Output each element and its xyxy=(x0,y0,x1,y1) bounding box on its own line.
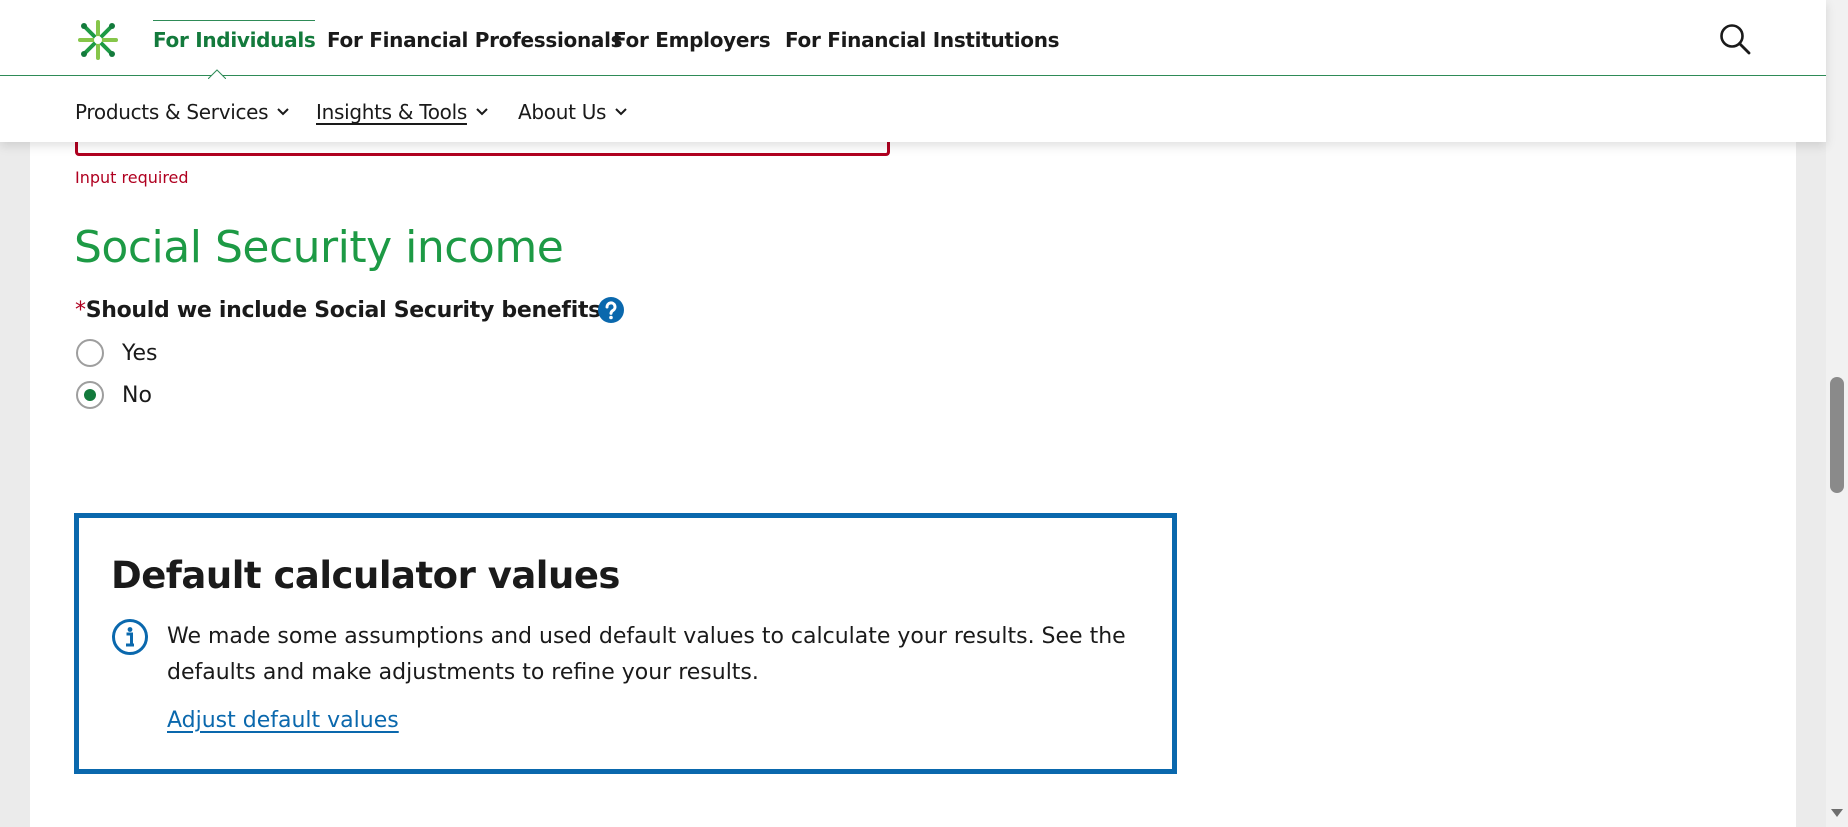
input-error-message: Input required xyxy=(75,168,189,187)
radio-option-yes[interactable]: Yes xyxy=(76,338,158,368)
tab-for-financial-professionals[interactable]: For Financial Professionals xyxy=(327,22,623,58)
radio-no[interactable] xyxy=(76,381,104,409)
defaults-description: We made some assumptions and used defaul… xyxy=(167,624,1126,685)
search-icon[interactable] xyxy=(1718,22,1752,56)
nav-products-services[interactable]: Products & Services xyxy=(75,99,290,125)
adjust-default-values-link[interactable]: Adjust default values xyxy=(167,708,399,733)
nav-products-services-label: Products & Services xyxy=(75,100,269,124)
default-values-notice: Default calculator values We made some a… xyxy=(74,513,1177,774)
tab-for-financial-institutions[interactable]: For Financial Institutions xyxy=(785,22,1060,58)
nav-insights-tools-label: Insights & Tools xyxy=(316,100,467,124)
info-circle-icon xyxy=(111,618,149,656)
nav-about-us[interactable]: About Us xyxy=(518,99,628,125)
radio-option-no[interactable]: No xyxy=(76,380,152,410)
defaults-title: Default calculator values xyxy=(111,554,620,597)
active-tab-caret-icon xyxy=(207,64,227,80)
brand-logo[interactable] xyxy=(74,18,122,62)
question-text: Should we include Social Security benefi… xyxy=(85,298,614,323)
section-title: Social Security income xyxy=(74,222,564,273)
tab-for-individuals[interactable]: For Individuals xyxy=(153,20,316,58)
chevron-down-icon xyxy=(615,108,627,116)
radio-yes[interactable] xyxy=(76,339,104,367)
radio-no-label: No xyxy=(122,382,152,408)
radio-yes-label: Yes xyxy=(122,340,158,366)
question-circle-icon[interactable] xyxy=(597,296,625,324)
site-header: For Individuals For Financial Profession… xyxy=(0,0,1826,142)
chevron-down-icon xyxy=(277,108,290,116)
chevron-down-icon xyxy=(476,108,488,116)
main-nav: Products & Services Insights & Tools Abo… xyxy=(0,77,1826,142)
tab-for-employers[interactable]: For Employers xyxy=(613,22,771,58)
required-marker: * xyxy=(75,298,86,323)
nav-about-us-label: About Us xyxy=(518,100,607,124)
audience-bar: For Individuals For Financial Profession… xyxy=(0,0,1826,80)
scrollbar-thumb[interactable] xyxy=(1830,377,1844,493)
nav-insights-tools[interactable]: Insights & Tools xyxy=(316,99,489,125)
scroll-down-arrow-icon[interactable] xyxy=(1831,804,1843,817)
social-security-question: *Should we include Social Security benef… xyxy=(75,298,614,323)
page-scrollbar[interactable] xyxy=(1826,0,1848,827)
